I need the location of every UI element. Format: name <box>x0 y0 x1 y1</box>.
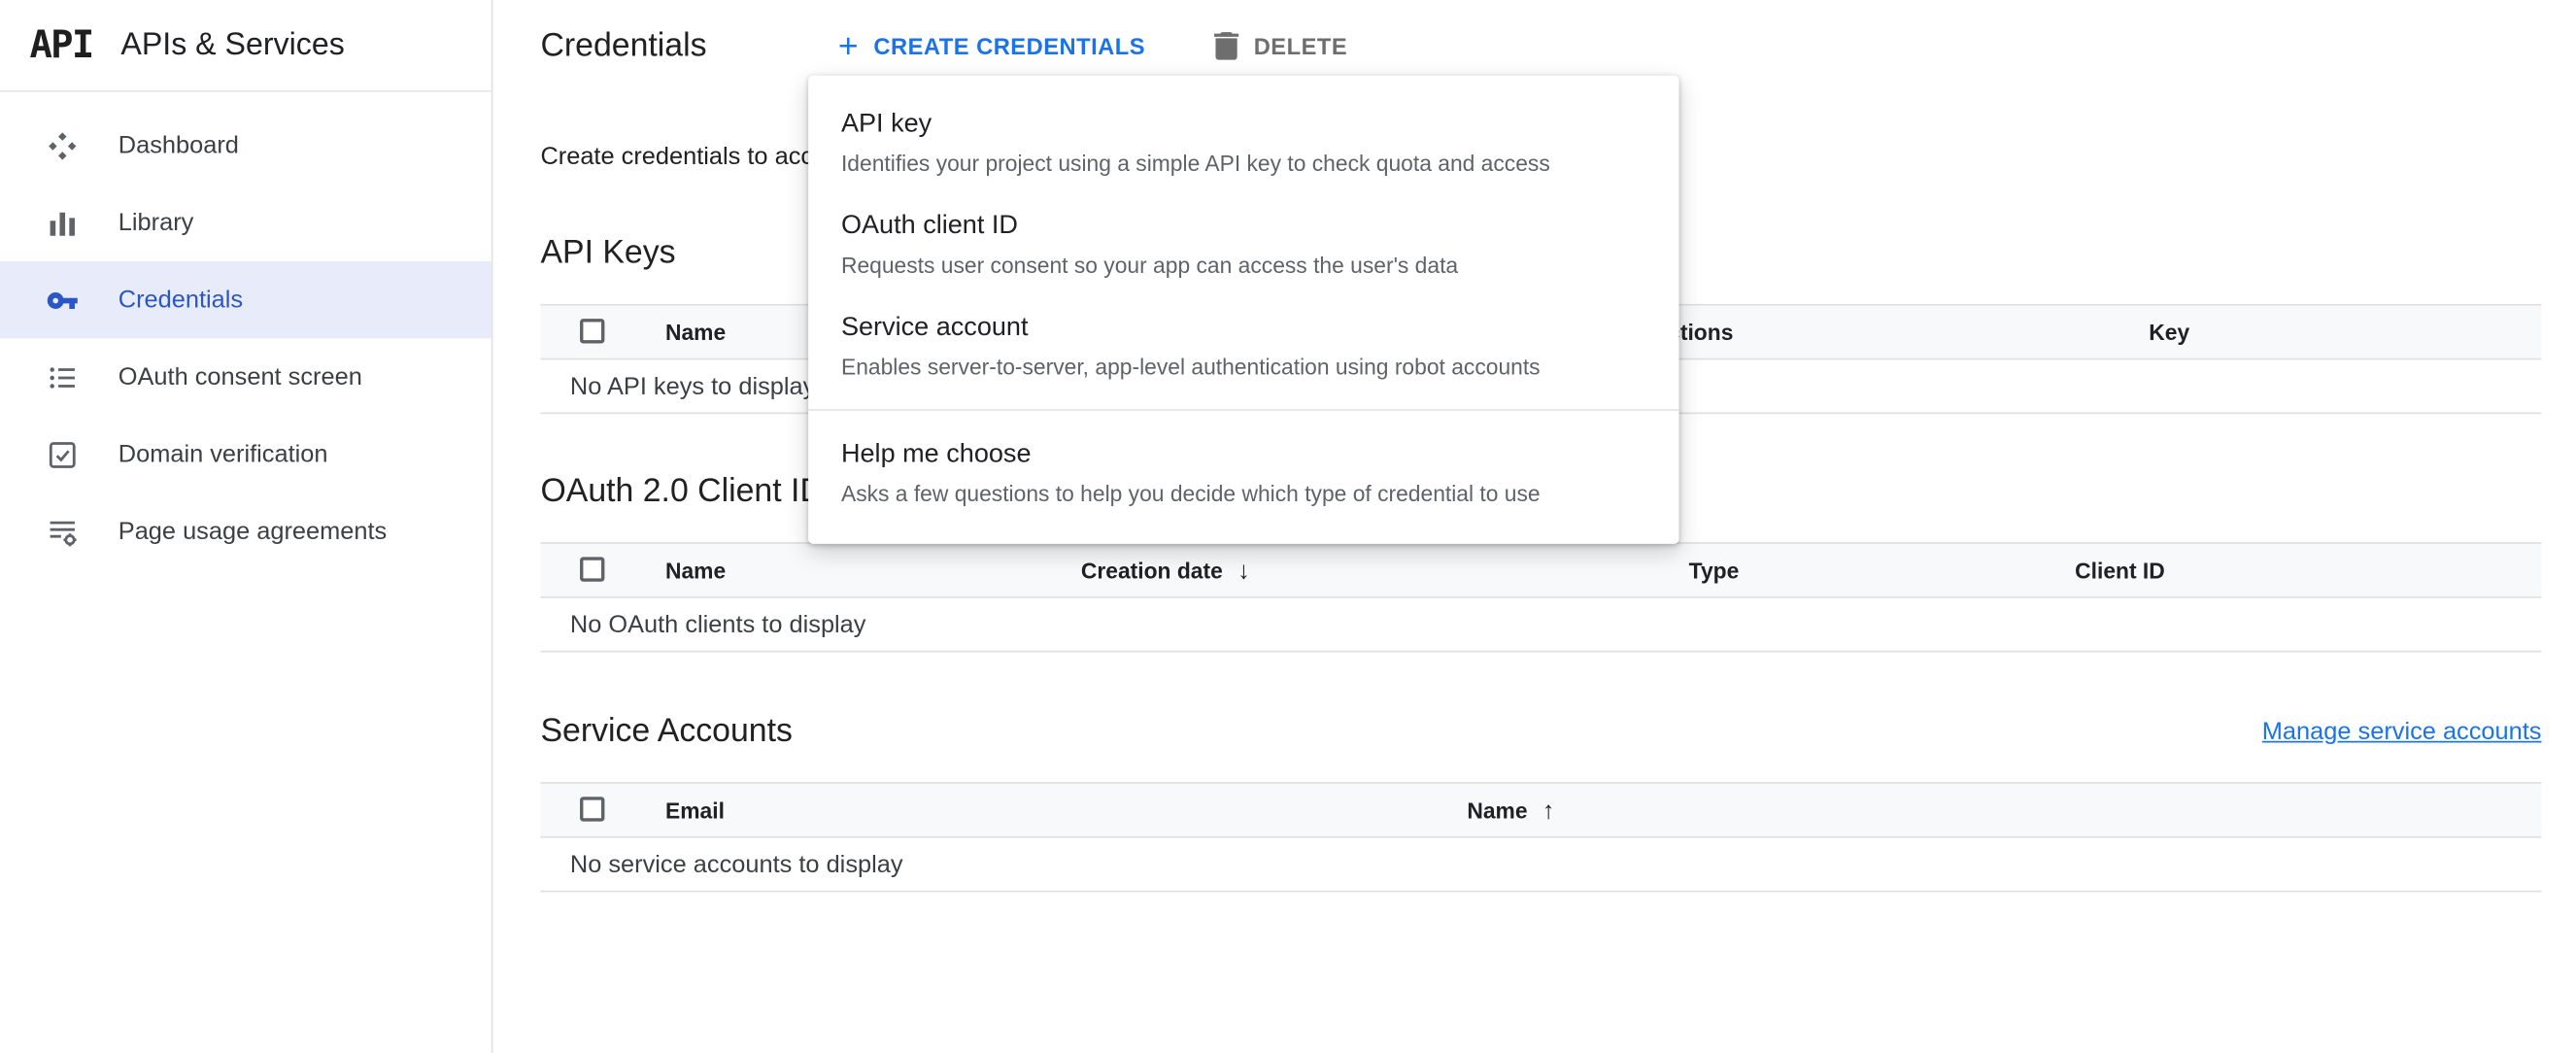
service-accounts-table-header: Email Name ↑ <box>540 782 2541 838</box>
library-icon <box>45 205 81 241</box>
sidebar-item-label: Credentials <box>119 286 243 314</box>
page-title: Credentials <box>540 27 706 65</box>
sort-ascending-icon: ↑ <box>1542 796 1555 824</box>
column-header-client-id: Client ID <box>2075 544 2165 596</box>
sidebar-item-label: Library <box>119 209 194 237</box>
menu-item-help-me-choose[interactable]: Help me choose Asks a few questions to h… <box>808 423 1678 525</box>
sidebar-header: API APIs & Services <box>0 0 491 92</box>
sidebar: API APIs & Services Dashboard Library <box>0 0 492 1053</box>
oauth-clients-table: Name Creation date ↓ Type Client ID No O… <box>540 542 2541 652</box>
menu-item-title: API key <box>841 107 1646 143</box>
sidebar-item-oauth-consent-screen[interactable]: OAuth consent screen <box>0 338 491 415</box>
menu-item-description: Identifies your project using a simple A… <box>841 148 1646 179</box>
delete-button[interactable]: DELETE <box>1214 31 1347 60</box>
column-header-label: Creation date <box>1081 558 1223 582</box>
plus-icon: + <box>838 29 859 64</box>
column-header-label: Name <box>1467 798 1527 822</box>
column-header-key: Key <box>2149 306 2189 358</box>
menu-item-title: Help me choose <box>841 437 1646 473</box>
menu-item-description: Enables server-to-server, app-level auth… <box>841 352 1646 383</box>
menu-item-title: OAuth client ID <box>841 209 1646 245</box>
checked-box-icon <box>45 436 81 472</box>
select-all-checkbox[interactable] <box>580 797 604 821</box>
column-header-type: Type <box>1689 544 1740 596</box>
sidebar-item-page-usage-agreements[interactable]: Page usage agreements <box>0 493 491 569</box>
menu-item-service-account[interactable]: Service account Enables server-to-server… <box>808 295 1678 397</box>
sidebar-item-credentials[interactable]: Credentials <box>0 261 491 338</box>
column-header-name: Name <box>665 306 726 358</box>
sidebar-item-label: Dashboard <box>119 131 239 159</box>
column-header-name[interactable]: Name ↑ <box>1467 784 1554 836</box>
column-header-email: Email <box>665 784 725 836</box>
menu-divider <box>808 409 1678 411</box>
dashboard-icon <box>45 127 81 163</box>
sidebar-item-domain-verification[interactable]: Domain verification <box>0 416 491 493</box>
consent-screen-icon <box>45 359 81 395</box>
select-all-checkbox[interactable] <box>580 319 604 343</box>
sidebar-item-library[interactable]: Library <box>0 184 491 260</box>
sidebar-item-label: Domain verification <box>119 440 328 468</box>
column-header-creation-date[interactable]: Creation date ↓ <box>1081 544 1250 596</box>
delete-label: DELETE <box>1254 33 1347 59</box>
app-title: APIs & Services <box>120 27 344 63</box>
menu-item-oauth-client-id[interactable]: OAuth client ID Requests user consent so… <box>808 194 1678 296</box>
menu-item-description: Asks a few questions to help you decide … <box>841 478 1646 509</box>
service-accounts-heading: Service Accounts <box>540 713 792 751</box>
create-credentials-button[interactable]: + CREATE CREDENTIALS <box>838 29 1145 64</box>
create-credentials-menu: API key Identifies your project using a … <box>808 76 1678 544</box>
key-icon <box>45 282 81 318</box>
empty-state-row: No OAuth clients to display <box>540 598 2541 653</box>
column-header-name: Name <box>665 544 726 596</box>
sidebar-item-label: OAuth consent screen <box>119 363 362 391</box>
manage-service-accounts-link[interactable]: Manage service accounts <box>2262 718 2542 746</box>
oauth-clients-table-header: Name Creation date ↓ Type Client ID <box>540 542 2541 598</box>
create-credentials-label: CREATE CREDENTIALS <box>873 33 1145 59</box>
select-all-checkbox[interactable] <box>580 557 604 581</box>
api-keys-heading: API Keys <box>540 235 675 273</box>
agreements-gear-icon <box>45 514 81 550</box>
oauth-clients-heading: OAuth 2.0 Client IDs <box>540 473 839 511</box>
api-logo: API <box>29 24 92 67</box>
sidebar-item-label: Page usage agreements <box>119 518 387 546</box>
menu-item-api-key[interactable]: API key Identifies your project using a … <box>808 92 1678 194</box>
service-accounts-table: Email Name ↑ No service accounts to disp… <box>540 782 2541 892</box>
trash-icon <box>1214 31 1238 60</box>
sort-descending-icon: ↓ <box>1237 557 1250 585</box>
sidebar-item-dashboard[interactable]: Dashboard <box>0 107 491 184</box>
empty-state-row: No service accounts to display <box>540 838 2541 893</box>
menu-item-title: Service account <box>841 311 1646 347</box>
sidebar-nav: Dashboard Library Credentials <box>0 92 491 570</box>
page: API APIs & Services Dashboard Library <box>0 0 2576 1053</box>
menu-item-description: Requests user consent so your app can ac… <box>841 250 1646 281</box>
